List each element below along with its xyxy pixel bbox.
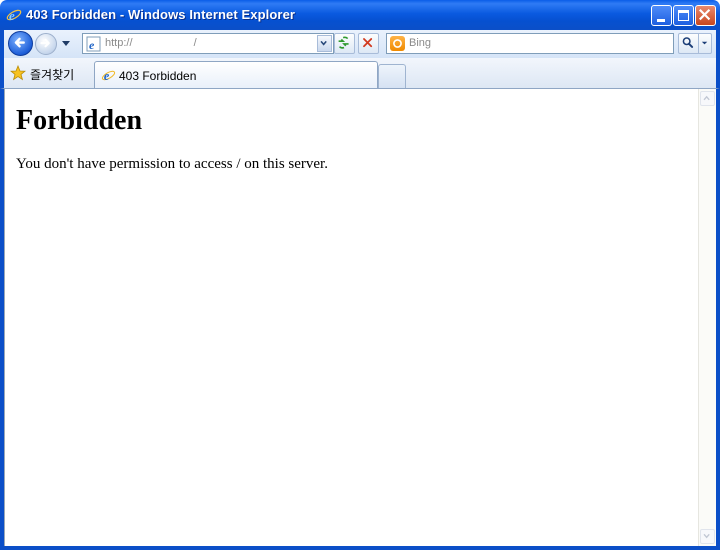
page-message: You don't have permission to access / on… [16, 156, 328, 172]
scroll-up-button[interactable] [700, 91, 715, 106]
tab-bar: 즐겨찾기 e 403 Forbidden [0, 58, 720, 89]
window-frame-bottom [0, 546, 720, 550]
forward-arrow-icon [40, 38, 50, 48]
chevron-down-icon [320, 40, 327, 46]
page-heading: Forbidden [16, 105, 143, 136]
refresh-button[interactable] [334, 33, 355, 54]
address-dropdown-button[interactable] [317, 35, 332, 52]
window-frame-right [716, 89, 720, 550]
page-icon: e [86, 36, 101, 52]
scroll-down-button[interactable] [700, 529, 715, 544]
search-button[interactable] [678, 33, 699, 54]
minimize-button[interactable] [651, 5, 672, 26]
vertical-scrollbar[interactable] [698, 89, 716, 546]
svg-text:e: e [89, 38, 95, 52]
ie-page-icon: e [101, 69, 116, 83]
maximize-button[interactable] [673, 5, 694, 26]
refresh-icon [338, 36, 349, 49]
navigation-bar: e http:// / Bing [0, 30, 720, 58]
favorites-button[interactable]: 즐겨찾기 [8, 63, 88, 83]
close-button[interactable] [695, 5, 716, 26]
search-options-button[interactable] [699, 33, 712, 54]
stop-icon [363, 38, 373, 48]
close-icon [698, 8, 711, 21]
title-bar[interactable]: e 403 Forbidden - Windows Internet Explo… [0, 0, 720, 30]
favorites-label: 즐겨찾기 [30, 68, 75, 82]
chevron-down-icon [703, 533, 710, 539]
forward-button[interactable] [35, 33, 57, 55]
page-viewport[interactable]: Forbidden You don't have permission to a… [4, 89, 698, 546]
maximize-icon [678, 10, 689, 21]
search-input[interactable]: Bing [409, 37, 431, 49]
window-title: 403 Forbidden - Windows Internet Explore… [26, 7, 296, 22]
back-button[interactable] [8, 31, 33, 56]
new-tab-button[interactable] [378, 64, 406, 88]
bing-icon [390, 36, 405, 51]
window-frame-left [0, 89, 4, 550]
chevron-up-icon [703, 95, 710, 101]
stop-button[interactable] [358, 33, 379, 54]
svg-text:e: e [104, 69, 110, 83]
tab-403-forbidden[interactable]: e 403 Forbidden [94, 61, 378, 88]
minimize-icon [657, 19, 665, 22]
tab-label: 403 Forbidden [119, 69, 197, 83]
star-icon [10, 65, 26, 81]
recent-pages-dropdown-icon[interactable] [61, 40, 71, 48]
search-icon [682, 37, 694, 48]
svg-text:e: e [9, 8, 15, 23]
address-bar[interactable]: e http:// / [82, 33, 334, 54]
address-input[interactable]: http:// / [105, 37, 197, 49]
back-arrow-icon [14, 37, 25, 48]
search-box[interactable]: Bing [386, 33, 674, 54]
ie-logo-icon: e [6, 8, 22, 23]
chevron-down-icon [701, 41, 708, 45]
